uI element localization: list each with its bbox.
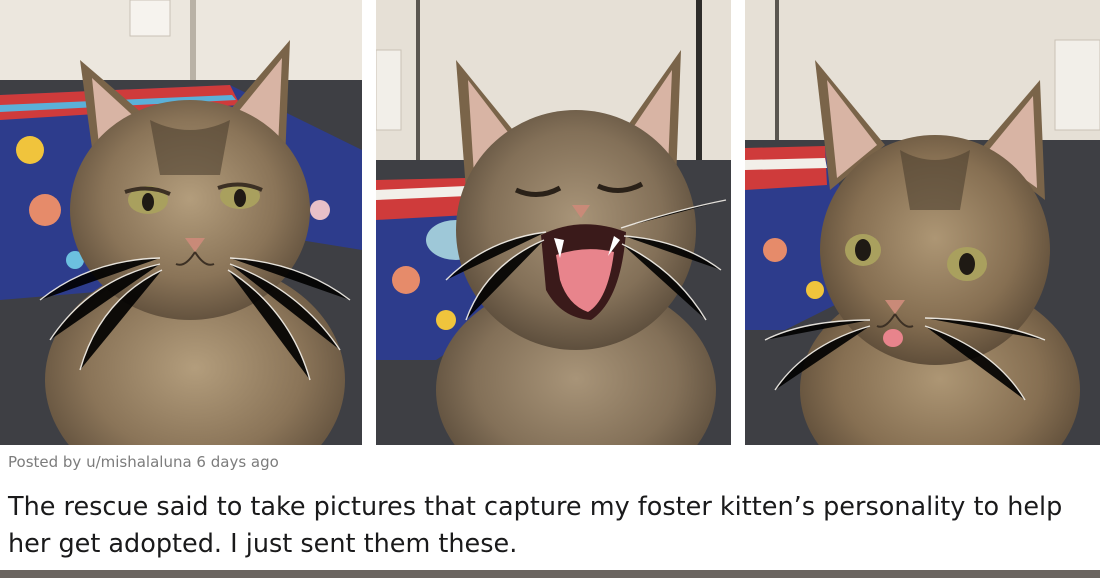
kitten-yawning-image xyxy=(376,0,731,445)
post-meta: Posted by u/mishalaluna 6 days ago xyxy=(8,453,279,471)
kitten-photo-grumpy xyxy=(0,0,362,445)
kitten-photo-tongue-out xyxy=(745,0,1100,445)
kitten-grumpy-image xyxy=(0,0,362,445)
post-caption: Posted by u/mishalaluna 6 days ago The r… xyxy=(0,445,1100,578)
photo-collage xyxy=(0,0,1100,445)
kitten-photo-yawning xyxy=(376,0,731,445)
post-title: The rescue said to take pictures that ca… xyxy=(8,492,1063,559)
meme-image: Posted by u/mishalaluna 6 days ago The r… xyxy=(0,0,1100,578)
bottom-photo-strip xyxy=(0,570,1100,578)
kitten-tongue-out-image xyxy=(745,0,1100,445)
